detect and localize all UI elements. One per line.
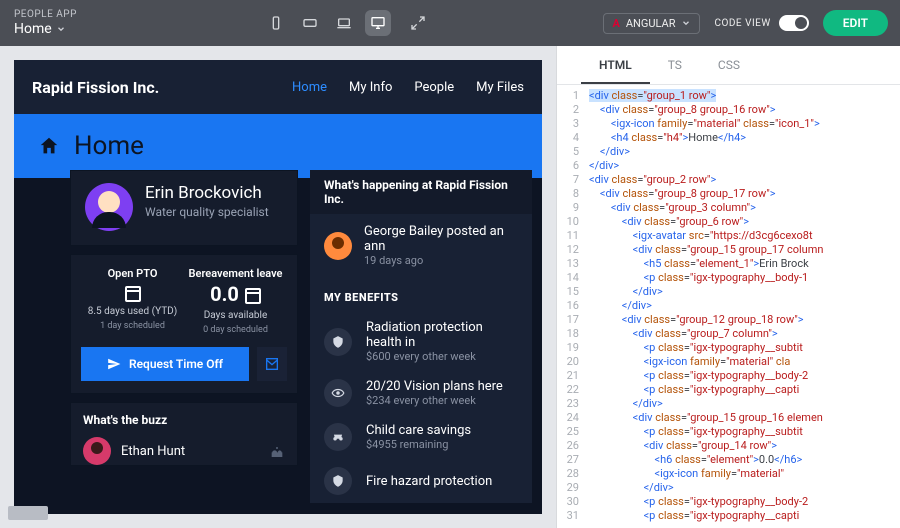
code-tabs: HTML TS CSS xyxy=(557,46,900,85)
framework-select[interactable]: A ANGULAR xyxy=(603,13,700,34)
nav-my-info[interactable]: My Info xyxy=(349,80,392,95)
send-icon xyxy=(107,357,121,371)
profile-card: Erin Brockovich Water quality specialist xyxy=(70,170,298,246)
buzz-card: What's the buzz Ethan Hunt xyxy=(70,402,298,466)
code-view-toggle[interactable]: CODE VIEW xyxy=(714,15,808,31)
brand-title: Rapid Fission Inc. xyxy=(32,78,292,97)
framework-label: ANGULAR xyxy=(626,17,676,30)
pto-card: Open PTO 8.5 days used (YTD) 1 day sched… xyxy=(70,254,298,394)
chevron-down-icon xyxy=(56,24,66,34)
benefit-row[interactable]: Radiation protection health in$600 every… xyxy=(310,312,532,371)
feed-item[interactable]: George Bailey posted an ann 19 days ago xyxy=(310,214,532,277)
happening-panel: What's happening at Rapid Fission Inc. G… xyxy=(310,170,532,503)
calendar-icon xyxy=(245,288,261,304)
angular-icon: A xyxy=(612,17,619,30)
shield-icon xyxy=(324,328,352,356)
toggle-switch-on xyxy=(779,15,809,31)
nav-my-files[interactable]: My Files xyxy=(476,80,524,95)
shield-icon xyxy=(324,467,352,495)
benefit-row[interactable]: Fire hazard protection xyxy=(310,459,532,503)
profile-role: Water quality specialist xyxy=(145,205,269,219)
code-pane: HTML TS CSS 1234567891011121314151617181… xyxy=(556,46,900,528)
nav-home[interactable]: Home xyxy=(292,80,327,95)
scrollbar[interactable] xyxy=(8,506,48,520)
mail-icon xyxy=(264,356,280,372)
code-editor[interactable]: 1234567891011121314151617181920212223242… xyxy=(557,85,900,528)
tab-html[interactable]: HTML xyxy=(581,46,650,84)
pto-bereavement: Bereavement leave 0.0 Days available 0 d… xyxy=(184,267,287,335)
pto-open: Open PTO 8.5 days used (YTD) 1 day sched… xyxy=(81,267,184,335)
chevron-down-icon xyxy=(681,18,691,28)
app-topbar: PEOPLE APP Home A ANGULAR CODE VIEW EDIT xyxy=(0,0,900,46)
buzz-header: What's the buzz xyxy=(83,413,285,427)
preview-canvas: Rapid Fission Inc. Home My Info People M… xyxy=(0,46,556,528)
mail-button[interactable] xyxy=(257,347,287,381)
preview-frame[interactable]: Rapid Fission Inc. Home My Info People M… xyxy=(14,60,542,514)
tab-ts[interactable]: TS xyxy=(650,46,700,84)
device-desktop-button[interactable] xyxy=(365,10,391,36)
line-gutter: 1234567891011121314151617181920212223242… xyxy=(557,85,585,528)
buzz-name: Ethan Hunt xyxy=(121,444,259,459)
benefits-header: MY BENEFITS xyxy=(310,277,532,312)
code-body[interactable]: <div class="group_1 row"> <div class="gr… xyxy=(585,85,900,528)
avatar xyxy=(83,437,111,465)
benefit-row[interactable]: Child care savings$4955 remaining xyxy=(310,415,532,459)
page-title: Home xyxy=(74,131,144,161)
home-icon xyxy=(38,135,60,157)
request-time-off-button[interactable]: Request Time Off xyxy=(81,347,249,381)
benefit-row[interactable]: 20/20 Vision plans here$234 every other … xyxy=(310,371,532,415)
expand-fullscreen-button[interactable] xyxy=(405,10,431,36)
device-preview-group xyxy=(91,10,604,36)
app-header: Rapid Fission Inc. Home My Info People M… xyxy=(14,60,542,114)
avatar xyxy=(85,183,133,231)
nav-people[interactable]: People xyxy=(414,80,454,95)
breadcrumb-page: Home xyxy=(14,21,52,37)
calendar-icon xyxy=(125,286,141,302)
device-phone-button[interactable] xyxy=(263,10,289,36)
device-laptop-button[interactable] xyxy=(331,10,357,36)
happening-header: What's happening at Rapid Fission Inc. xyxy=(310,170,532,214)
breadcrumb-root: PEOPLE APP xyxy=(14,9,77,20)
device-tablet-landscape-button[interactable] xyxy=(297,10,323,36)
app-nav: Home My Info People My Files xyxy=(292,80,524,95)
stroller-icon xyxy=(324,423,352,451)
avatar xyxy=(324,232,352,260)
cake-icon xyxy=(269,443,285,459)
profile-name: Erin Brockovich xyxy=(145,183,269,203)
edit-button[interactable]: EDIT xyxy=(823,10,888,36)
buzz-row[interactable]: Ethan Hunt xyxy=(83,437,285,465)
breadcrumb[interactable]: PEOPLE APP Home xyxy=(0,5,91,41)
tab-css[interactable]: CSS xyxy=(700,46,758,84)
eye-icon xyxy=(324,379,352,407)
page-banner: Home xyxy=(14,114,542,178)
